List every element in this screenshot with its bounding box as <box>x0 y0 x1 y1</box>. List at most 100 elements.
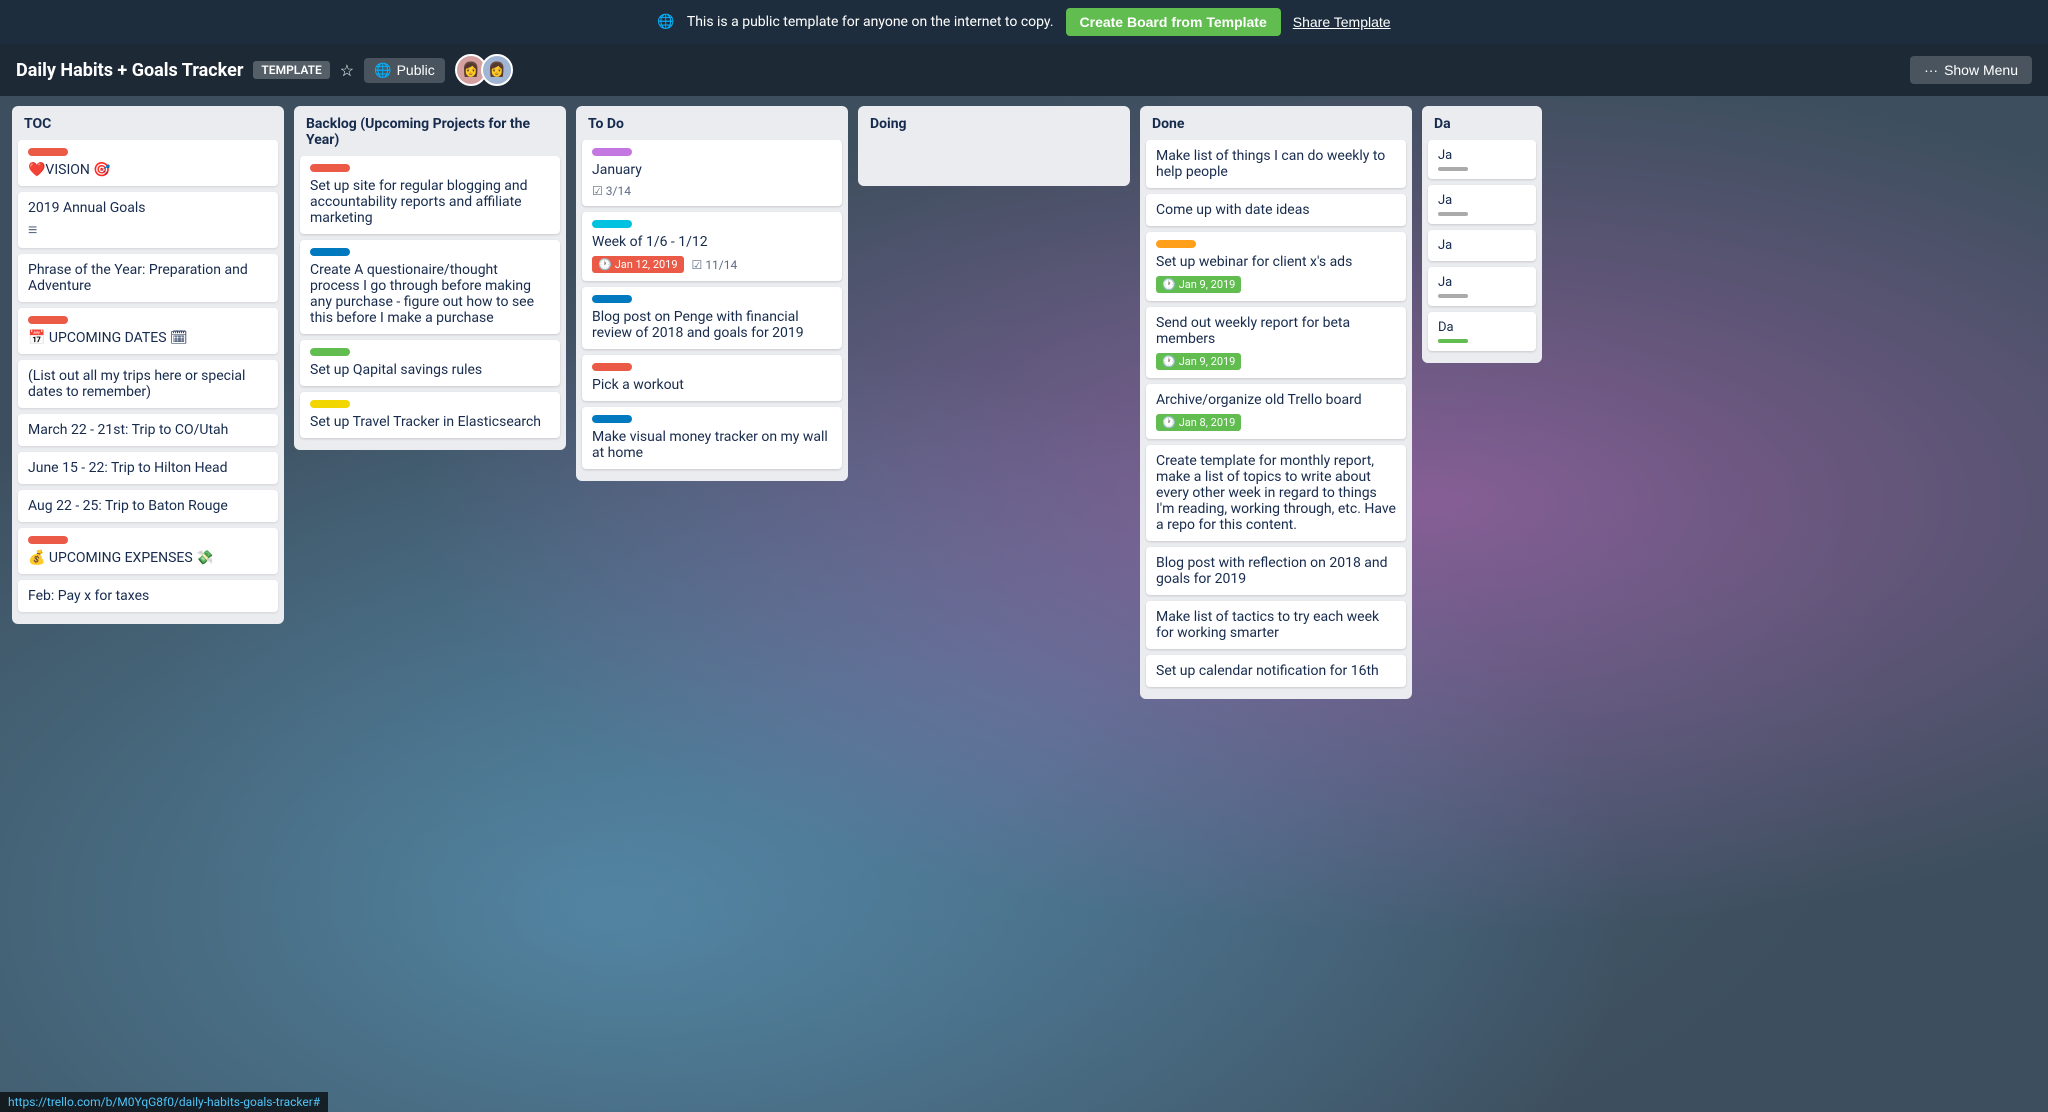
toc-item-trip-hh[interactable]: June 15 - 22: Trip to Hilton Head <box>18 452 278 484</box>
due-value: Jan 8, 2019 <box>1179 416 1236 429</box>
toc-item-text: 2019 Annual Goals <box>28 200 146 216</box>
card-text: Come up with date ideas <box>1156 202 1310 218</box>
list-cards-doing <box>858 140 1130 186</box>
card-badges: ☑ 3/14 <box>592 184 832 198</box>
toc-item-trip-co[interactable]: March 22 - 21st: Trip to CO/Utah <box>18 414 278 446</box>
lists-container: TOC ❤️VISION 🎯 2019 Annual Goals ≡ Phras… <box>0 96 2048 1112</box>
due-badge-green: 🕐 Jan 9, 2019 <box>1156 353 1241 370</box>
card-weekly-report[interactable]: Send out weekly report for beta members … <box>1146 307 1406 378</box>
card-text: Make list of tactics to try each week fo… <box>1156 609 1379 641</box>
card-badges: 🕐 Jan 9, 2019 <box>1156 276 1396 293</box>
card-text: Create template for monthly report, make… <box>1156 453 1396 533</box>
visibility-button[interactable]: 🌐 Public <box>364 58 445 83</box>
create-board-button[interactable]: Create Board from Template <box>1066 8 1281 36</box>
status-url: https://trello.com/b/M0YqG8f0/daily-habi… <box>8 1095 320 1109</box>
toc-item-text: June 15 - 22: Trip to Hilton Head <box>28 460 228 476</box>
toc-item-vision[interactable]: ❤️VISION 🎯 <box>18 140 278 186</box>
card-label-purple <box>592 148 632 156</box>
card-badges: 🕐 Jan 9, 2019 <box>1156 353 1396 370</box>
toc-item-text: March 22 - 21st: Trip to CO/Utah <box>28 422 228 438</box>
card-text: Pick a workout <box>592 377 684 393</box>
card-monthly-template[interactable]: Create template for monthly report, make… <box>1146 445 1406 541</box>
toc-item-trips-note[interactable]: (List out all my trips here or special d… <box>18 360 278 408</box>
show-menu-button[interactable]: ··· Show Menu <box>1910 56 2032 84</box>
card-weekly-help[interactable]: Make list of things I can do weekly to h… <box>1146 140 1406 188</box>
due-value: Jan 9, 2019 <box>1179 355 1236 368</box>
toc-item-text: Phrase of the Year: Preparation and Adve… <box>28 262 248 294</box>
list-header-todo: To Do <box>576 106 848 140</box>
list-cards-backlog: Set up site for regular blogging and acc… <box>294 156 566 450</box>
card-text: Set up calendar notification for 16th <box>1156 663 1379 679</box>
toc-item-phrase[interactable]: Phrase of the Year: Preparation and Adve… <box>18 254 278 302</box>
card-qapital[interactable]: Set up Qapital savings rules <box>300 340 560 386</box>
card-blog-site[interactable]: Set up site for regular blogging and acc… <box>300 156 560 234</box>
share-template-button[interactable]: Share Template <box>1293 14 1391 30</box>
card-label-red <box>28 148 68 156</box>
card-blog-reflection[interactable]: Blog post with reflection on 2018 and go… <box>1146 547 1406 595</box>
toc-item-dates[interactable]: 📅 UPCOMING DATES 🗓 <box>18 308 278 354</box>
card-tactics-list[interactable]: Make list of tactics to try each week fo… <box>1146 601 1406 649</box>
card-text: Set up webinar for client x's ads <box>1156 254 1396 270</box>
card-text: Create A questionaire/thought process I … <box>310 262 534 326</box>
toc-item-taxes[interactable]: Feb: Pay x for taxes <box>18 580 278 612</box>
board-header: Daily Habits + Goals Tracker TEMPLATE ☆ … <box>0 44 2048 96</box>
card-text: Make list of things I can do weekly to h… <box>1156 148 1385 180</box>
card-label-red <box>28 316 68 324</box>
globe-small-icon: 🌐 <box>374 62 391 79</box>
card-workout[interactable]: Pick a workout <box>582 355 842 401</box>
list-done: Done Make list of things I can do weekly… <box>1140 106 1412 699</box>
toc-item-text: Feb: Pay x for taxes <box>28 588 149 604</box>
card-text: Ja <box>1438 193 1452 208</box>
card-da-5[interactable]: Da <box>1428 312 1536 351</box>
card-calendar-notification[interactable]: Set up calendar notification for 16th <box>1146 655 1406 687</box>
card-text: Blog post with reflection on 2018 and go… <box>1156 555 1388 587</box>
card-text: January <box>592 162 832 178</box>
list-cards-toc: ❤️VISION 🎯 2019 Annual Goals ≡ Phrase of… <box>12 140 284 624</box>
due-badge-green: 🕐 Jan 9, 2019 <box>1156 276 1241 293</box>
toc-item-text: (List out all my trips here or special d… <box>28 368 245 400</box>
list-header-backlog: Backlog (Upcoming Projects for the Year) <box>294 106 566 156</box>
card-webinar[interactable]: Set up webinar for client x's ads 🕐 Jan … <box>1146 232 1406 301</box>
list-header-da: Da <box>1422 106 1542 140</box>
visibility-label: Public <box>397 62 435 78</box>
card-label-red <box>310 164 350 172</box>
card-da-2[interactable]: Ja <box>1428 185 1536 224</box>
card-date-ideas[interactable]: Come up with date ideas <box>1146 194 1406 226</box>
list-backlog: Backlog (Upcoming Projects for the Year)… <box>294 106 566 450</box>
list-doing: Doing <box>858 106 1130 186</box>
clock-icon: 🕐 <box>598 258 612 271</box>
card-archive-trello[interactable]: Archive/organize old Trello board 🕐 Jan … <box>1146 384 1406 439</box>
card-blog-post-penge[interactable]: Blog post on Penge with financial review… <box>582 287 842 349</box>
toc-item-text: Aug 22 - 25: Trip to Baton Rouge <box>28 498 228 514</box>
board-title: Daily Habits + Goals Tracker <box>16 60 243 81</box>
card-da-4[interactable]: Ja <box>1428 267 1536 306</box>
show-menu-label: Show Menu <box>1944 62 2018 78</box>
toc-item-trip-br[interactable]: Aug 22 - 25: Trip to Baton Rouge <box>18 490 278 522</box>
card-stripe <box>1438 294 1468 298</box>
card-badges: 🕐 Jan 12, 2019 ☑ 11/14 <box>592 256 832 273</box>
card-week-1-6[interactable]: Week of 1/6 - 1/12 🕐 Jan 12, 2019 ☑ 11/1… <box>582 212 842 281</box>
card-da-1[interactable]: Ja <box>1428 140 1536 179</box>
due-badge-green: 🕐 Jan 8, 2019 <box>1156 414 1241 431</box>
card-text: Blog post on Penge with financial review… <box>592 309 804 341</box>
due-badge: 🕐 Jan 12, 2019 <box>592 256 684 273</box>
avatar-2: 👩 <box>481 54 513 86</box>
card-questionaire[interactable]: Create A questionaire/thought process I … <box>300 240 560 334</box>
card-da-3[interactable]: Ja <box>1428 230 1536 261</box>
card-label-yellow <box>310 400 350 408</box>
card-money-tracker[interactable]: Make visual money tracker on my wall at … <box>582 407 842 469</box>
toc-item-goals[interactable]: 2019 Annual Goals ≡ <box>18 192 278 248</box>
card-text: Ja <box>1438 275 1452 290</box>
card-label-orange <box>1156 240 1196 248</box>
card-travel-tracker[interactable]: Set up Travel Tracker in Elasticsearch <box>300 392 560 438</box>
star-icon[interactable]: ☆ <box>340 61 354 80</box>
list-header-toc: TOC <box>12 106 284 140</box>
card-label-teal <box>592 220 632 228</box>
notification-bar: 🌐 This is a public template for anyone o… <box>0 0 2048 44</box>
align-icon: ≡ <box>28 220 268 240</box>
template-badge: TEMPLATE <box>253 61 329 79</box>
list-cards-da: Ja Ja Ja Ja Da <box>1422 140 1542 363</box>
toc-item-expenses[interactable]: 💰 UPCOMING EXPENSES 💸 <box>18 528 278 574</box>
card-january[interactable]: January ☑ 3/14 <box>582 140 842 206</box>
card-text: Send out weekly report for beta members <box>1156 315 1396 347</box>
